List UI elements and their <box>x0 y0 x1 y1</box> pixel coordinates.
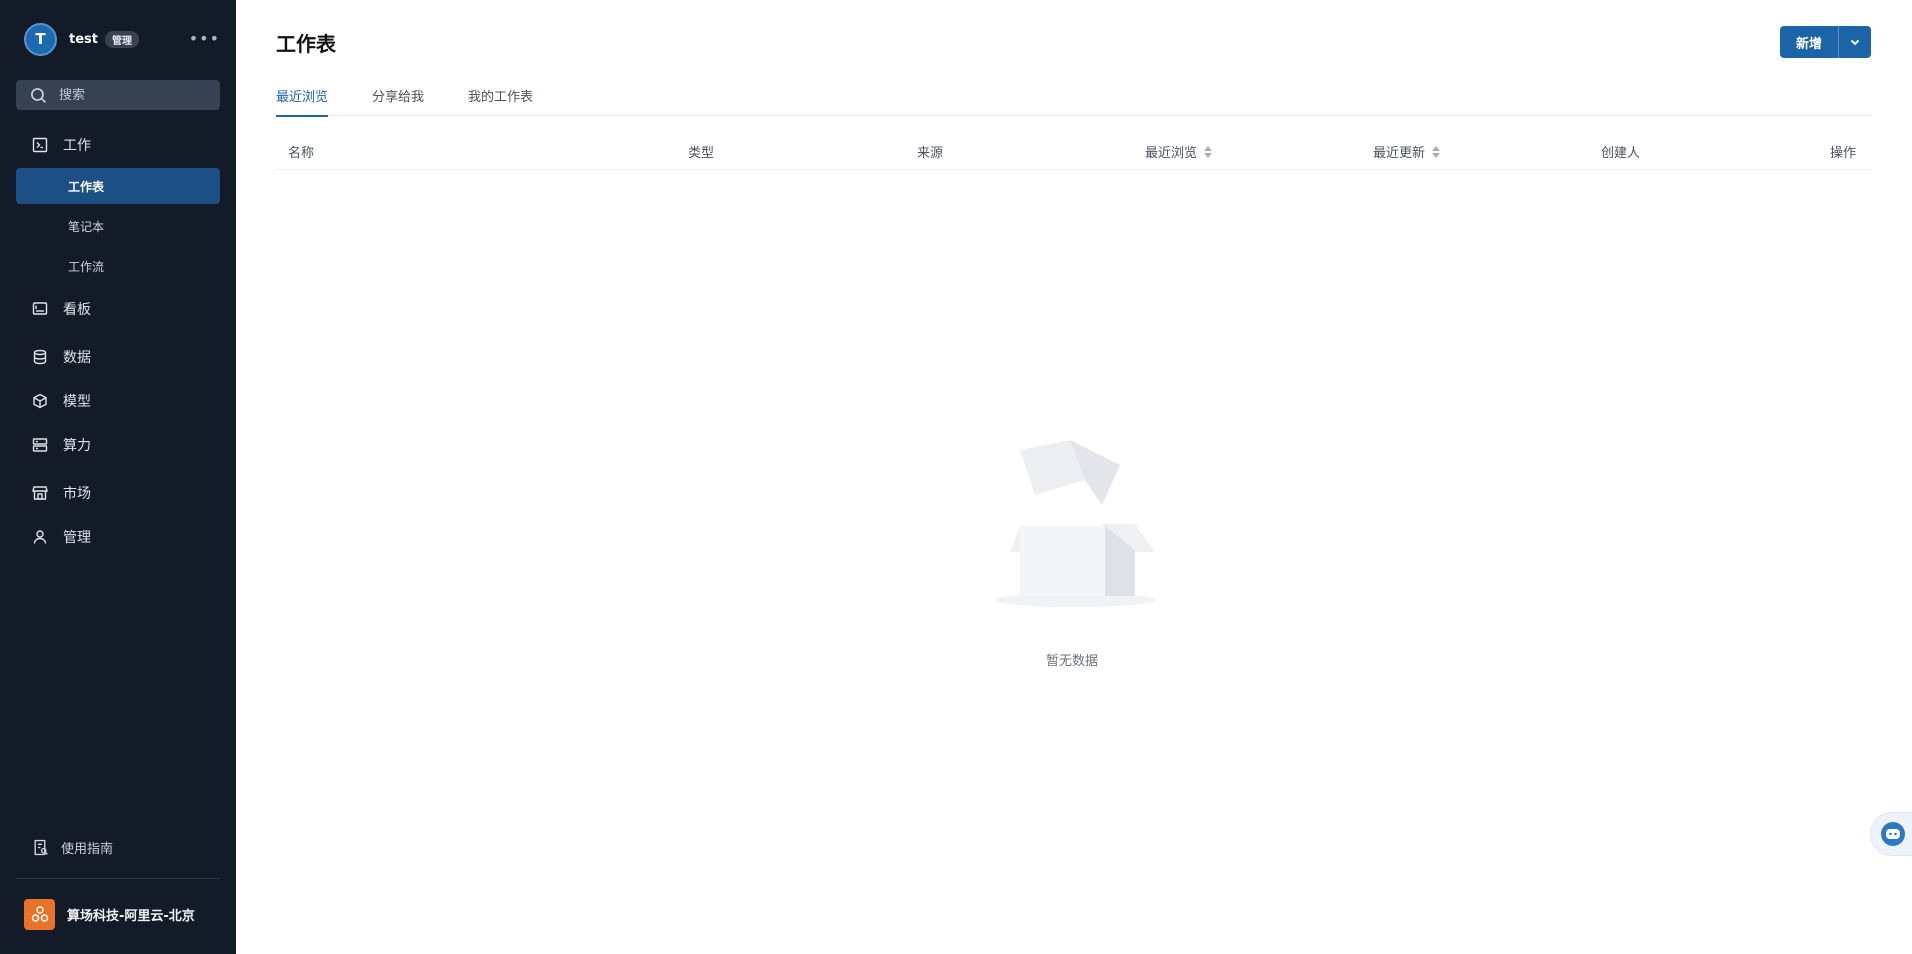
sidebar-item-label: 工作流 <box>68 259 105 274</box>
tab-bar: 最近浏览 分享给我 我的工作表 <box>276 84 1872 117</box>
column-recent-view[interactable]: 最近浏览 <box>1145 142 1213 161</box>
org-logo-icon <box>24 898 55 930</box>
chat-support-button[interactable] <box>1870 812 1912 856</box>
nav-work-label: 工作 <box>63 138 91 154</box>
tab-recent[interactable]: 最近浏览 <box>276 86 329 117</box>
new-button[interactable]: 新增 <box>1780 26 1839 58</box>
nav-model-label: 模型 <box>63 394 91 410</box>
nav-work[interactable]: 工作 <box>16 128 220 162</box>
column-type: 类型 <box>688 146 715 161</box>
nav-model[interactable]: 模型 <box>16 384 220 418</box>
search-icon <box>31 87 47 103</box>
user-guide-link[interactable]: 使用指南 <box>16 830 220 864</box>
sidebar-item-notebook[interactable]: 笔记本 <box>16 208 220 244</box>
new-button-group[interactable]: 新增 <box>1780 26 1871 58</box>
column-creator: 创建人 <box>1601 146 1641 161</box>
role-badge: 管理 <box>104 30 139 48</box>
nav-data-label: 数据 <box>63 350 91 366</box>
tab-my-worksheets[interactable]: 我的工作表 <box>468 86 533 116</box>
org-name: 算场科技-阿里云-北京 <box>67 908 195 924</box>
column-actions: 操作 <box>1830 146 1857 161</box>
server-icon <box>32 438 48 452</box>
empty-state-text: 暂无数据 <box>1046 654 1099 669</box>
nav-compute-label: 算力 <box>63 438 91 454</box>
sidebar-item-label: 工作表 <box>68 179 105 194</box>
sort-icon[interactable] <box>1431 145 1441 159</box>
store-icon <box>32 486 48 500</box>
new-dropdown-button[interactable] <box>1839 26 1871 58</box>
search-box[interactable] <box>16 80 220 110</box>
cube-icon <box>33 393 47 409</box>
more-options-icon[interactable]: ••• <box>189 31 220 47</box>
chat-bubble-icon <box>1881 822 1905 846</box>
empty-box-icon <box>995 440 1155 607</box>
sidebar-item-worksheet[interactable]: 工作表 <box>16 168 220 204</box>
sidebar-item-label: 笔记本 <box>68 219 105 234</box>
user-icon <box>33 530 47 544</box>
page-title: 工作表 <box>276 32 336 56</box>
nav-data[interactable]: 数据 <box>16 340 220 374</box>
column-source: 来源 <box>917 146 944 161</box>
nav-market[interactable]: 市场 <box>16 476 220 510</box>
dashboard-icon <box>32 302 48 315</box>
username: test <box>69 31 98 47</box>
sidebar-divider <box>16 878 220 879</box>
avatar[interactable]: T <box>24 22 57 56</box>
guide-icon <box>34 839 48 855</box>
nav-admin[interactable]: 管理 <box>16 520 220 554</box>
user-profile[interactable]: T test 管理 ••• <box>24 22 220 56</box>
organization-switcher[interactable]: 算场科技-阿里云-北京 <box>24 898 224 930</box>
chevron-down-icon <box>1850 39 1860 46</box>
nav-market-label: 市场 <box>63 486 91 502</box>
table-header: 名称 类型 来源 最近浏览 最近更新 创建人 操作 <box>276 136 1872 170</box>
search-input[interactable] <box>59 87 209 103</box>
column-recent-update[interactable]: 最近更新 <box>1373 142 1441 161</box>
tab-shared[interactable]: 分享给我 <box>372 86 424 116</box>
sort-icon[interactable] <box>1203 145 1213 159</box>
nav-dashboard-label: 看板 <box>63 302 91 318</box>
column-name: 名称 <box>288 146 315 161</box>
user-guide-label: 使用指南 <box>61 841 114 857</box>
terminal-icon <box>32 137 48 153</box>
nav-admin-label: 管理 <box>63 530 91 546</box>
nav-dashboard[interactable]: 看板 <box>16 292 220 326</box>
database-icon <box>33 349 47 365</box>
sidebar-item-workflow[interactable]: 工作流 <box>16 248 220 284</box>
sidebar: T test 管理 ••• 工作 工作表 笔记本 工作流 看板 数据 <box>0 0 236 954</box>
nav-compute[interactable]: 算力 <box>16 428 220 462</box>
